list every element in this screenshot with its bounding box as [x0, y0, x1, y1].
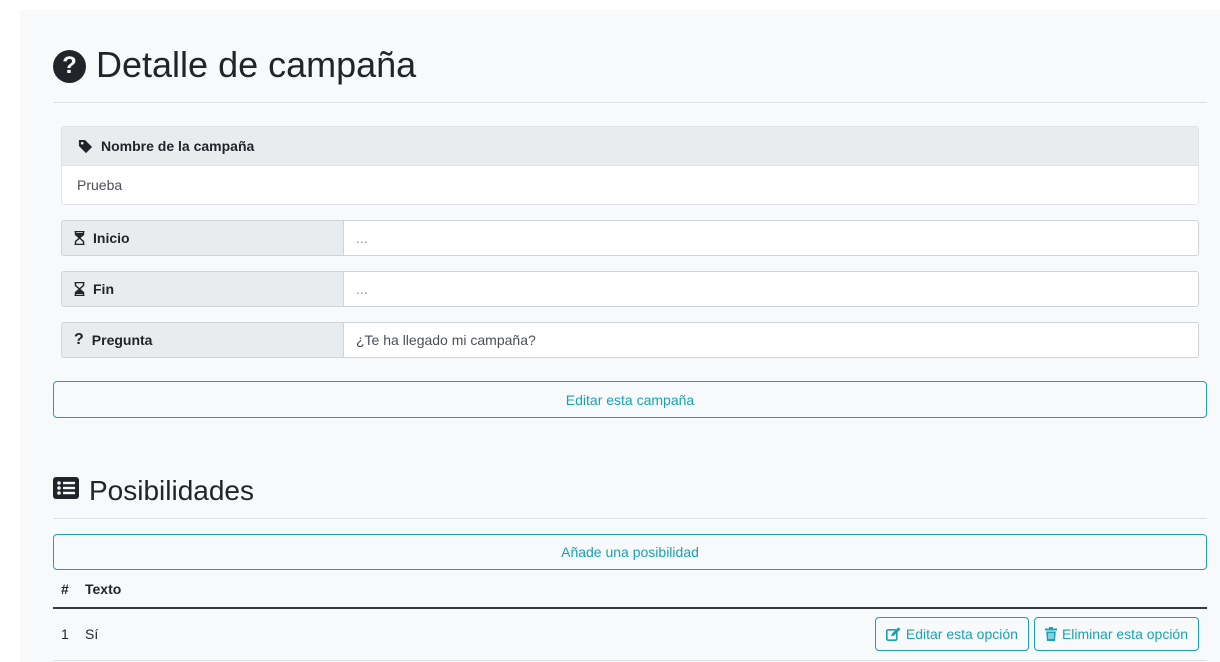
trash-icon [1044, 627, 1057, 642]
field-value-fin: ... [343, 271, 1199, 307]
page-title: Detalle de campaña [96, 44, 417, 85]
campaign-name-header: Nombre de la campaña [62, 127, 1198, 166]
page-header: ? Detalle de campaña [53, 10, 1207, 103]
field-label-text: Fin [93, 281, 114, 297]
tag-icon [78, 139, 93, 154]
column-header-text: Texto [77, 570, 228, 609]
edit-campaign-button[interactable]: Editar esta campaña [53, 381, 1207, 418]
row-actions: Editar esta opción Eliminar esta opción [227, 608, 1207, 661]
table-row: 1 Sí Editar esta opción Eliminar esta op… [53, 608, 1207, 661]
field-value-inicio: ... [343, 220, 1199, 256]
list-alt-icon [53, 477, 79, 504]
campaign-name-card: Nombre de la campaña Prueba [61, 126, 1199, 205]
question-circle-icon: ? [53, 49, 86, 83]
row-number: 1 [53, 608, 77, 661]
column-header-actions [227, 570, 1207, 609]
table-header-row: # Texto [53, 570, 1207, 609]
hourglass-start-icon [74, 231, 85, 245]
delete-option-label: Eliminar esta opción [1061, 626, 1188, 643]
field-label-pregunta: ? Pregunta [61, 322, 343, 358]
field-label-inicio: Inicio [61, 220, 343, 256]
field-row-pregunta: ? Pregunta ¿Te ha llegado mi campaña? [61, 322, 1199, 358]
question-icon: ? [74, 331, 84, 348]
field-label-text: Inicio [93, 230, 130, 246]
add-possibility-button[interactable]: Añade una posibilidad [53, 534, 1207, 570]
campaign-name-label: Nombre de la campaña [101, 138, 255, 154]
row-text: Sí [77, 608, 228, 661]
field-label-fin: Fin [61, 271, 343, 307]
column-header-number: # [53, 570, 77, 609]
field-label-text: Pregunta [91, 332, 153, 348]
field-row-fin: Fin ... [61, 271, 1199, 307]
possibilities-table: # Texto 1 Sí Editar esta opción Eliminar… [53, 570, 1207, 661]
page-container: ? Detalle de campaña Nombre de la campañ… [20, 10, 1220, 662]
edit-option-button[interactable]: Editar esta opción [874, 617, 1029, 652]
possibilities-header: Posibilidades [53, 463, 1207, 519]
hourglass-end-icon [74, 282, 85, 296]
edit-icon [885, 627, 901, 642]
possibilities-title: Posibilidades [89, 474, 254, 506]
delete-option-button[interactable]: Eliminar esta opción [1033, 617, 1199, 652]
field-value-pregunta: ¿Te ha llegado mi campaña? [343, 322, 1199, 358]
campaign-name-value: Prueba [77, 177, 123, 193]
edit-option-label: Editar esta opción [905, 626, 1018, 643]
field-row-inicio: Inicio ... [61, 220, 1199, 256]
